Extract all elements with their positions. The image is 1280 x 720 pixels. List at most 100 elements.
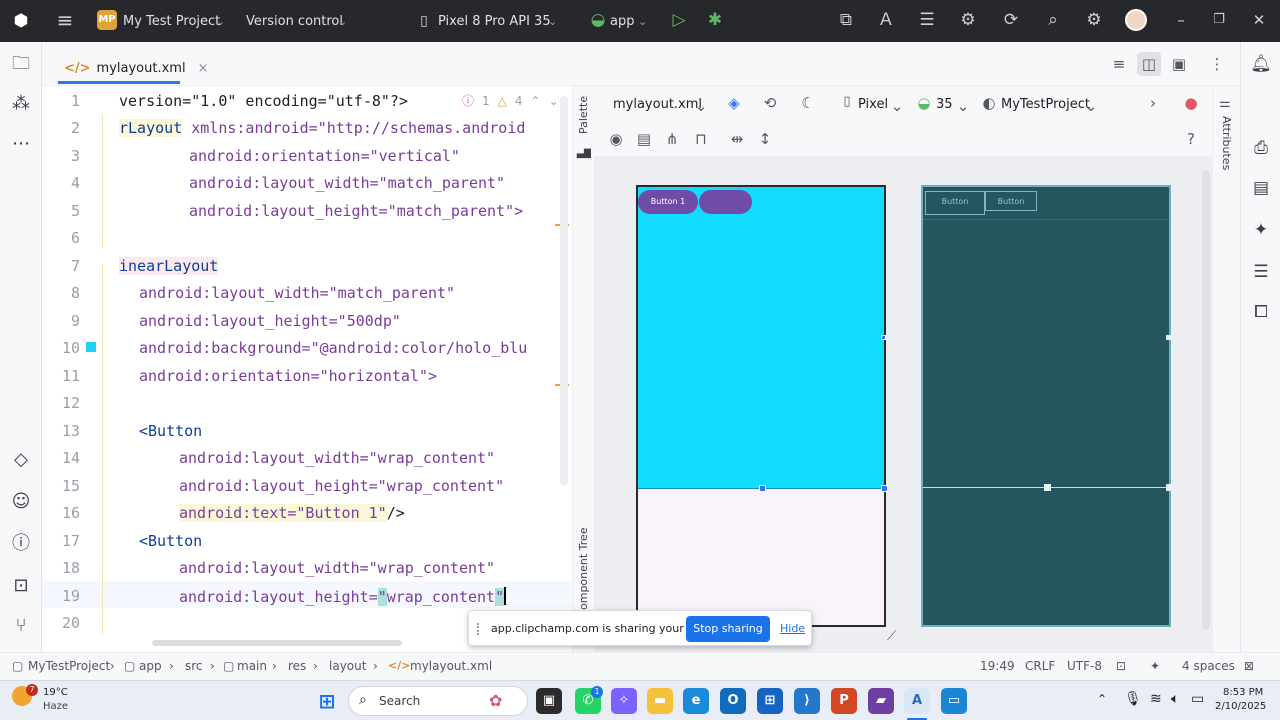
design-view-icon[interactable]: ▣	[1167, 52, 1191, 76]
wifi-icon[interactable]: ≋	[1150, 691, 1162, 707]
sync-icon[interactable]: ⟳	[1000, 10, 1022, 30]
android-studio-logo-icon[interactable]: ⬢	[10, 11, 32, 31]
canvas-resize-icon[interactable]: ⟋	[887, 629, 896, 644]
readonly-toggle-icon[interactable]: ⊡	[1116, 659, 1126, 673]
close-icon[interactable]: ✕	[1248, 10, 1270, 30]
split-view-icon[interactable]: ◫	[1137, 52, 1161, 76]
color-swatch-icon[interactable]	[86, 342, 96, 352]
chevron-up-icon[interactable]: ⌃	[531, 94, 541, 108]
resize-handle[interactable]	[881, 485, 888, 492]
more-tools-icon[interactable]: ⋯	[9, 132, 33, 156]
remote-desktop-icon[interactable]: ▭	[941, 688, 967, 714]
taskbar-search[interactable]: ⌕ Search ✿	[348, 686, 528, 716]
attributes-icon[interactable]: ⚌	[1219, 96, 1231, 111]
hide-link[interactable]: Hide	[780, 622, 805, 635]
device-file-icon[interactable]: ▤	[1249, 176, 1273, 200]
battery-icon[interactable]: ▭	[1191, 691, 1204, 707]
error-indicator-icon[interactable]: ●	[1180, 94, 1202, 112]
app-inspection-icon[interactable]: ⚙	[957, 10, 979, 30]
outlook-icon[interactable]: O	[720, 688, 746, 714]
button-2-preview[interactable]	[699, 190, 752, 214]
palette-tab[interactable]: Palette	[577, 96, 590, 134]
copilot-icon[interactable]: ✧	[611, 688, 637, 714]
gradle-icon[interactable]: ⎙	[1249, 136, 1273, 160]
chevron-down-icon[interactable]: ⌄	[338, 15, 347, 28]
night-mode-icon[interactable]: ☾	[797, 94, 819, 112]
editor-vertical-scrollbar[interactable]	[560, 96, 568, 486]
microphone-icon[interactable]: 🎙︎	[1124, 691, 1142, 707]
blueprint-button-2[interactable]: Button	[985, 191, 1037, 211]
main-menu-icon[interactable]: ≡	[54, 10, 76, 30]
chevron-down-icon[interactable]: ⌄	[638, 15, 647, 28]
help-icon[interactable]: ?	[1180, 130, 1202, 148]
file-explorer-icon[interactable]: ▬	[647, 688, 673, 714]
windows-start-icon[interactable]: ⊞	[314, 688, 340, 714]
stop-sharing-button[interactable]: Stop sharing	[686, 616, 770, 642]
attributes-tab[interactable]: Attributes	[1220, 116, 1233, 170]
lock-icon[interactable]: ⊠	[1244, 659, 1254, 673]
breadcrumb-item[interactable]: mylayout.xml	[410, 659, 492, 673]
magnet-icon[interactable]: ⋔	[661, 130, 683, 148]
api-level-selector[interactable]: 35	[936, 97, 953, 112]
design-canvas[interactable]: Button 1 Button Button ⟋	[594, 156, 1212, 652]
indent-setting[interactable]: 4 spaces	[1182, 659, 1235, 673]
search-icon[interactable]: ⌕	[1042, 10, 1064, 30]
restore-icon[interactable]: ❐	[1208, 10, 1230, 30]
chevron-down-icon[interactable]: ⌄	[549, 94, 559, 108]
avatar[interactable]	[1125, 9, 1147, 31]
android-cat-icon[interactable]: ☺	[9, 490, 33, 514]
layout-file-selector[interactable]: mylayout.xml	[613, 97, 702, 112]
breadcrumb-item[interactable]: main	[237, 659, 267, 673]
tab-close-icon[interactable]: ×	[198, 61, 209, 76]
theme-selector[interactable]: MyTestProject	[1001, 97, 1090, 112]
device-selector[interactable]: Pixel	[858, 97, 888, 112]
breadcrumb-item[interactable]: src	[185, 659, 203, 673]
git-branch-icon[interactable]: ⑂	[9, 614, 33, 638]
gem-icon[interactable]: ◇	[9, 448, 33, 472]
problems-icon[interactable]: ⓘ	[9, 532, 33, 556]
guidelines-icon[interactable]: ⊓	[690, 130, 712, 148]
edge-icon[interactable]: e	[683, 688, 709, 714]
gemini-icon[interactable]: ✦	[1249, 218, 1273, 242]
resize-handle[interactable]	[881, 335, 886, 340]
button-1-preview[interactable]: Button 1	[638, 190, 698, 214]
breadcrumb-item[interactable]: MyTestProject	[28, 659, 110, 673]
chevron-down-icon[interactable]: ⌄	[1080, 97, 1102, 115]
terminal-icon[interactable]: ⊡	[9, 574, 33, 598]
component-tree-tab[interactable]: omponent Tree	[577, 527, 590, 610]
volume-icon[interactable]: 🔈︎	[1171, 691, 1179, 707]
chevron-down-icon[interactable]: ⌄	[216, 15, 225, 28]
project-name[interactable]: My Test Project	[123, 14, 220, 29]
clock-date[interactable]: 2/10/2025	[1215, 701, 1266, 712]
resize-handle[interactable]	[1044, 484, 1051, 491]
blueprint-button-1[interactable]: Button	[925, 191, 985, 215]
expand-horizontal-icon[interactable]: ⇹	[726, 130, 748, 148]
temperature[interactable]: 19°C	[43, 687, 68, 698]
resize-handle[interactable]	[1166, 484, 1171, 491]
logcat-icon[interactable]: ☰	[916, 10, 938, 30]
breadcrumb-item[interactable]: res	[288, 659, 306, 673]
notifications-bell-icon[interactable]: 🔔︎	[1249, 52, 1273, 76]
blueprint-toggle-icon[interactable]: ▤	[633, 130, 655, 148]
blueprint-preview[interactable]: Button Button	[921, 185, 1171, 627]
project-folder-icon[interactable]: 🗀	[9, 52, 33, 76]
design-preview[interactable]: Button 1	[636, 185, 888, 627]
breadcrumb-item[interactable]: app	[139, 659, 162, 673]
orientation-icon[interactable]: ⟲	[759, 94, 781, 112]
device-manager-icon[interactable]: ⧉	[835, 10, 857, 30]
structure-icon[interactable]: ☰	[1249, 260, 1273, 284]
powerpoint-icon[interactable]: P	[831, 688, 857, 714]
run-icon[interactable]: ▷	[668, 10, 690, 30]
breadcrumb-item[interactable]: layout	[329, 659, 366, 673]
code-editor[interactable]: 1 2 3 4 5 6 7 8 9 10 11 12 13 14 15 16 1…	[42, 86, 572, 652]
drag-handle-icon[interactable]	[477, 623, 480, 635]
chevron-down-icon[interactable]: ⌄	[952, 97, 974, 115]
resource-manager-icon[interactable]: ⁂	[9, 92, 33, 116]
clock-time[interactable]: 8:53 PM	[1223, 687, 1263, 698]
chevron-right-icon[interactable]: ›	[1142, 94, 1164, 112]
weather-condition[interactable]: Haze	[43, 701, 68, 712]
resize-handle[interactable]	[1166, 335, 1171, 340]
resize-handle[interactable]	[759, 485, 766, 492]
chevron-up-icon[interactable]: ⌃	[1097, 692, 1107, 706]
store-icon[interactable]: ⊞	[757, 688, 783, 714]
